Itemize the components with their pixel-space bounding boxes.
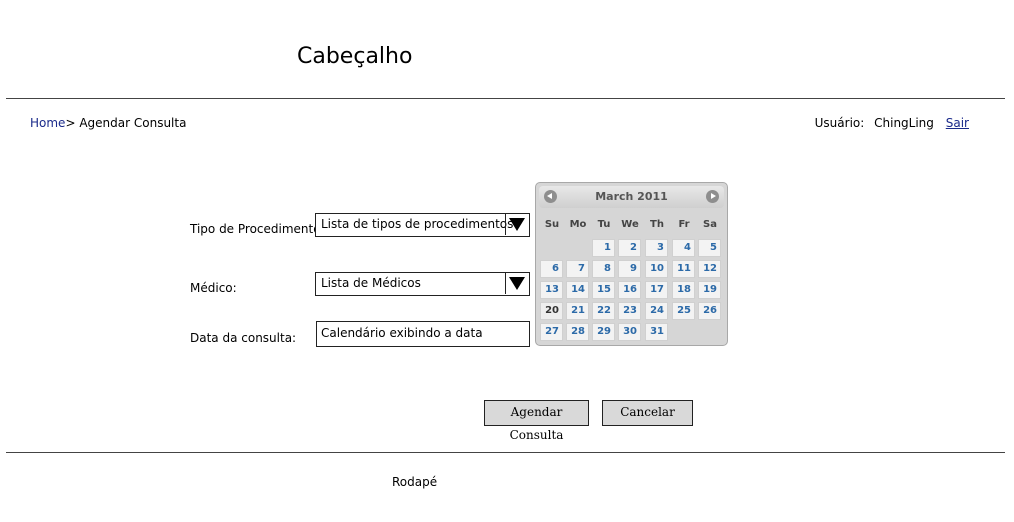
dropdown-arrow-icon[interactable] <box>505 273 529 294</box>
calendar-weekday-header: Sa <box>703 219 717 230</box>
schedule-button[interactable]: Agendar Consulta <box>484 400 589 442</box>
calendar-day-cell[interactable]: 20 <box>540 302 563 320</box>
user-name: ChingLing <box>874 116 934 130</box>
calendar-weekday-header: Th <box>650 219 664 230</box>
calendar-day-cell[interactable]: 22 <box>592 302 615 320</box>
page-header-title: Cabeçalho <box>297 44 413 69</box>
breadcrumb-current: Agendar Consulta <box>79 116 187 130</box>
doctor-select[interactable]: Lista de Médicos <box>315 272 530 296</box>
calendar-day-cell[interactable]: 18 <box>672 281 695 299</box>
calendar-day-cell[interactable]: 24 <box>645 302 668 320</box>
calendar-day-cell[interactable]: 1 <box>592 239 615 257</box>
calendar-day-cell[interactable]: 17 <box>645 281 668 299</box>
doctor-label: Médico: <box>190 281 237 295</box>
calendar-weekday-header: Tu <box>597 219 611 230</box>
calendar-day-cell[interactable]: 27 <box>540 323 563 341</box>
calendar-day-cell[interactable]: 11 <box>672 260 695 278</box>
header-divider <box>6 98 1005 99</box>
breadcrumb-home-link[interactable]: Home <box>30 116 65 130</box>
calendar-weekday-header: We <box>621 219 639 230</box>
calendar-day-cell[interactable]: 26 <box>698 302 721 320</box>
calendar-weekday-header: Mo <box>569 219 587 230</box>
user-label: Usuário: <box>814 116 865 130</box>
chevron-right-icon[interactable] <box>706 190 719 203</box>
calendar-day-cell[interactable]: 9 <box>618 260 641 278</box>
calendar-day-cell[interactable]: 30 <box>618 323 641 341</box>
date-input[interactable]: Calendário exibindo a data <box>316 321 530 347</box>
calendar-day-cell[interactable]: 7 <box>566 260 589 278</box>
date-picker-calendar: March 2011 Su Mo Tu We Th Fr Sa 1 2 3 4 5 6 7 8 9 10 11 12… <box>535 182 728 346</box>
date-label: Data da consulta: <box>190 331 297 345</box>
logout-link[interactable]: Sair <box>946 116 969 130</box>
cancel-button[interactable]: Cancelar <box>602 400 693 426</box>
calendar-weekday-header: Fr <box>678 219 690 230</box>
doctor-select-value: Lista de Médicos <box>321 276 421 290</box>
calendar-day-cell[interactable]: 15 <box>592 281 615 299</box>
user-info: Usuário: ChingLing Sair <box>815 116 969 130</box>
calendar-day-cell[interactable]: 28 <box>566 323 589 341</box>
calendar-day-cell[interactable]: 4 <box>672 239 695 257</box>
calendar-day-cell[interactable]: 19 <box>698 281 721 299</box>
page-footer: Rodapé <box>392 475 438 489</box>
calendar-day-cell[interactable]: 3 <box>645 239 668 257</box>
calendar-day-cell[interactable]: 12 <box>698 260 721 278</box>
calendar-day-cell[interactable]: 8 <box>592 260 615 278</box>
procedure-select[interactable]: Lista de tipos de procedimentos <box>315 213 530 237</box>
calendar-day-cell[interactable]: 13 <box>540 281 563 299</box>
footer-divider <box>6 452 1005 453</box>
dropdown-arrow-icon[interactable] <box>505 214 529 235</box>
calendar-header: March 2011 <box>539 186 724 208</box>
calendar-day-cell[interactable]: 14 <box>566 281 589 299</box>
calendar-day-cell[interactable]: 16 <box>618 281 641 299</box>
calendar-day-cell[interactable]: 29 <box>592 323 615 341</box>
calendar-day-cell[interactable]: 6 <box>540 260 563 278</box>
calendar-day-cell[interactable]: 21 <box>566 302 589 320</box>
calendar-day-cell[interactable]: 5 <box>698 239 721 257</box>
calendar-weekday-header: Su <box>544 219 560 230</box>
procedure-select-value: Lista de tipos de procedimentos <box>321 217 514 231</box>
breadcrumb: Home> Agendar Consulta <box>30 116 186 130</box>
calendar-month-year: March 2011 <box>595 190 668 203</box>
calendar-day-cell[interactable]: 25 <box>672 302 695 320</box>
procedure-label: Tipo de Procedimento: <box>190 222 325 236</box>
calendar-day-cell[interactable]: 10 <box>645 260 668 278</box>
calendar-day-cell[interactable]: 2 <box>618 239 641 257</box>
calendar-day-cell[interactable]: 23 <box>618 302 641 320</box>
breadcrumb-separator: > <box>65 116 76 130</box>
calendar-day-cell[interactable]: 31 <box>645 323 668 341</box>
